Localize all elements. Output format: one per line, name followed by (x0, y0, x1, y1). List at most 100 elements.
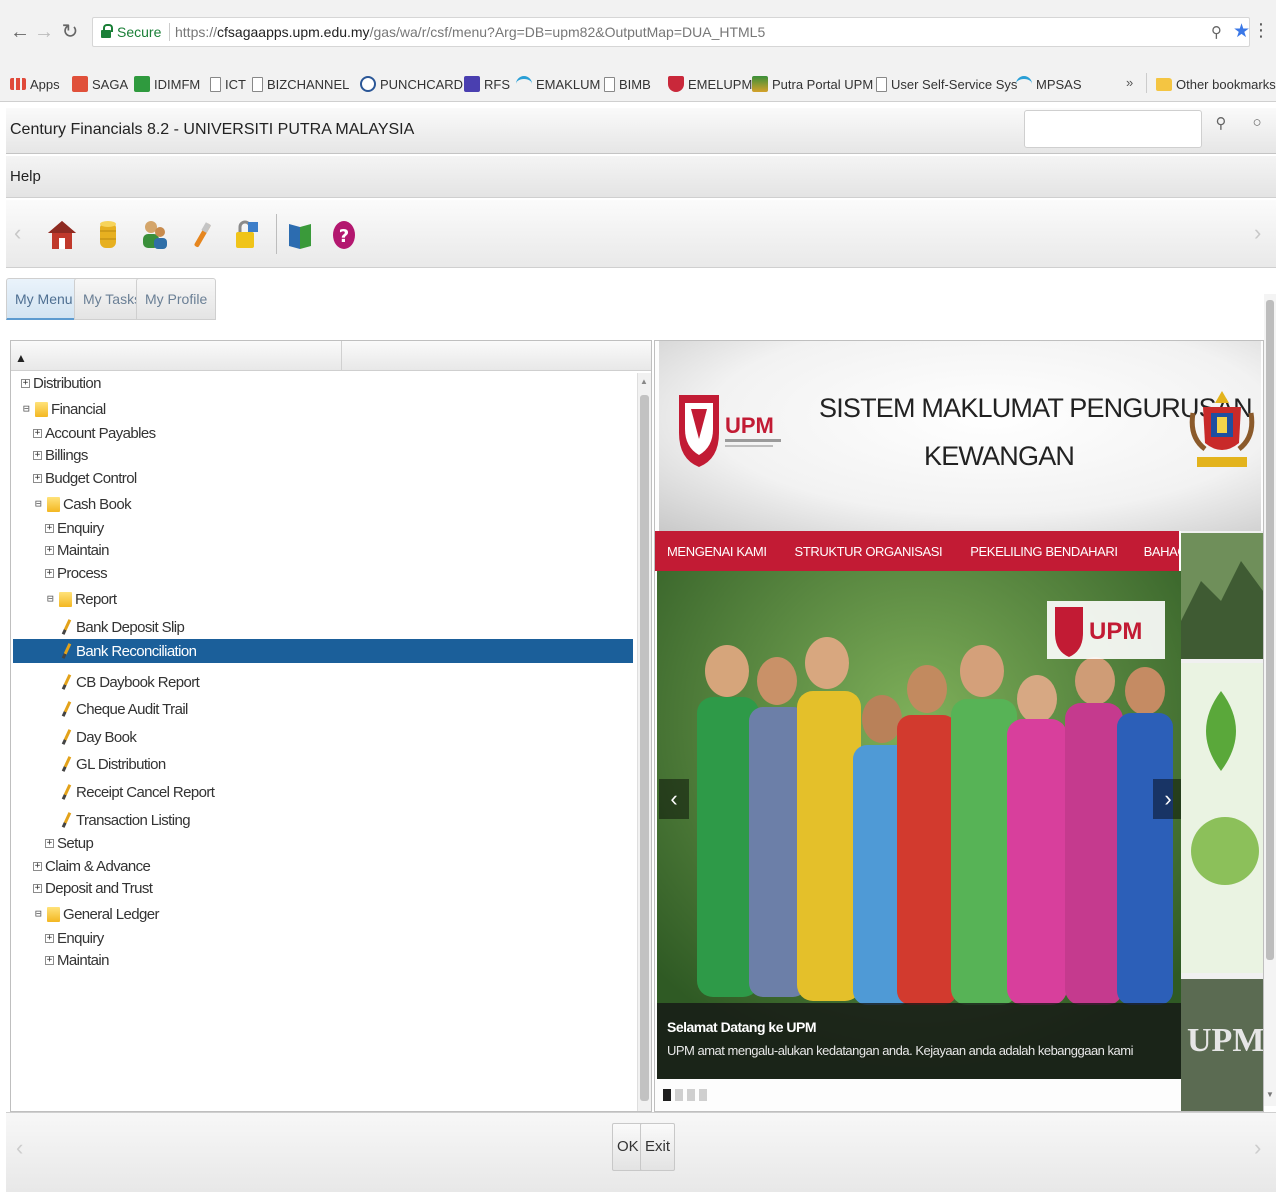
tree-node-deposit-trust[interactable]: + Deposit and Trust (33, 876, 153, 900)
expand-icon[interactable]: + (45, 568, 54, 578)
portal-nav-struktur-organisasi[interactable]: STRUKTUR ORGANISASI (795, 544, 943, 559)
bookmark-emelupm[interactable]: EMELUPM (668, 74, 752, 94)
tree-leaf-transaction-listing[interactable]: Transaction Listing (61, 808, 191, 832)
expand-icon[interactable]: + (33, 861, 42, 871)
bookmark-rfs[interactable]: RFS (464, 74, 510, 94)
side-thumbnail-images[interactable]: UPM (1181, 531, 1264, 1111)
scroll-down-icon[interactable]: ▼ (1266, 1090, 1274, 1099)
toolbar-scroll-right-icon[interactable]: › (1254, 220, 1261, 246)
tab-my-profile[interactable]: My Profile (136, 278, 217, 320)
tree-node-financial[interactable]: ⊟ Financial (23, 397, 106, 421)
tree-leaf-bank-reconciliation[interactable]: Bank Reconciliation (13, 639, 633, 663)
tree-node-gl-maintain[interactable]: + Maintain (45, 948, 110, 972)
bookmark-mpsas[interactable]: MPSAS (1016, 74, 1082, 94)
bookmark-emaklum[interactable]: EMAKLUM (516, 74, 600, 94)
tree-leaf-bank-deposit-slip[interactable]: Bank Deposit Slip (61, 615, 185, 639)
tree-node-process[interactable]: + Process (45, 561, 108, 585)
bookmark-bizchannel[interactable]: BIZCHANNEL (252, 74, 349, 94)
tree-node-claim-advance[interactable]: + Claim & Advance (33, 854, 151, 878)
tree-leaf-cheque-audit-trail[interactable]: Cheque Audit Trail (61, 697, 188, 721)
expand-icon[interactable]: + (33, 883, 42, 893)
tree-node-setup[interactable]: + Setup (45, 831, 94, 855)
expand-icon[interactable]: + (45, 955, 54, 965)
forward-icon[interactable]: → (32, 20, 56, 44)
tree-node-cash-book[interactable]: ⊟ Cash Book (35, 492, 132, 516)
slide-dot[interactable] (675, 1089, 683, 1101)
search-icon[interactable]: ⚲ (1206, 114, 1236, 144)
bookmark-idimfm[interactable]: IDIMFM (134, 74, 200, 94)
reload-icon[interactable]: ↻ (58, 20, 82, 44)
bookmark-ict[interactable]: ICT (210, 74, 246, 94)
scroll-up-icon[interactable]: ▲ (640, 377, 648, 386)
options-icon[interactable]: ○ (1242, 114, 1272, 144)
tree-leaf-day-book[interactable]: Day Book (61, 725, 137, 749)
tree-node-report[interactable]: ⊟ Report (47, 587, 117, 611)
book-icon[interactable] (284, 218, 316, 252)
expand-icon[interactable]: + (33, 450, 42, 460)
expand-icon[interactable]: + (33, 428, 42, 438)
menu-help[interactable]: Help (10, 168, 41, 185)
bookmarks-overflow-icon[interactable]: » (1126, 75, 1133, 90)
expand-icon[interactable]: + (45, 523, 54, 533)
tree-node-billings[interactable]: + Billings (33, 443, 88, 467)
expand-icon[interactable]: + (33, 473, 42, 483)
bookmark-putra-portal[interactable]: Putra Portal UPM (752, 74, 873, 94)
page-scrollbar-thumb[interactable] (1266, 300, 1274, 960)
welcome-slideshow[interactable]: UPM ‹ › Selamat Datang ke UPM UPM amat m… (657, 571, 1181, 1079)
tree-node-gl-enquiry[interactable]: + Enquiry (45, 926, 104, 950)
slide-next-icon[interactable]: › (1153, 779, 1181, 819)
tree-node-budget-control[interactable]: + Budget Control (33, 466, 137, 490)
sort-ascending-icon[interactable]: ▲ (15, 351, 27, 365)
browser-menu-icon[interactable]: ⋮ (1252, 20, 1270, 41)
back-icon[interactable]: ← (8, 20, 32, 44)
expand-icon[interactable]: + (45, 933, 54, 943)
slide-dot[interactable] (663, 1089, 671, 1101)
users-icon[interactable] (138, 218, 170, 252)
expand-icon[interactable]: + (45, 838, 54, 848)
collapse-icon[interactable]: ⊟ (47, 593, 56, 604)
tree-node-general-ledger[interactable]: ⊟ General Ledger (35, 902, 159, 926)
tree-node-distribution[interactable]: + Distribution (21, 371, 101, 395)
tab-my-menu[interactable]: My Menu (6, 278, 82, 320)
bookmark-apps[interactable]: Apps (10, 74, 60, 94)
tree-leaf-gl-distribution[interactable]: GL Distribution (61, 752, 166, 776)
slide-dot[interactable] (687, 1089, 695, 1101)
bookmark-punchcard[interactable]: PUNCHCARD (360, 74, 463, 94)
expand-icon[interactable]: + (45, 545, 54, 555)
home-icon[interactable] (46, 218, 78, 252)
tree-node-maintain[interactable]: + Maintain (45, 538, 110, 562)
other-bookmarks[interactable]: Other bookmarks (1156, 74, 1276, 94)
exit-button[interactable]: Exit (640, 1123, 676, 1171)
tree-node-account-payables[interactable]: + Account Payables (33, 421, 156, 445)
footer-scroll-left-icon[interactable]: ‹ (16, 1135, 23, 1161)
tree-scrollbar[interactable]: ▲ (637, 373, 651, 1111)
slide-prev-icon[interactable]: ‹ (659, 779, 689, 819)
page-scrollbar[interactable]: ▼ (1264, 294, 1276, 1106)
ok-button[interactable]: OK (612, 1123, 644, 1171)
toolbar-scroll-left-icon[interactable]: ‹ (14, 220, 21, 246)
database-icon[interactable] (92, 218, 124, 252)
address-bar[interactable]: Secure https://cfsagaapps.upm.edu.my/gas… (92, 17, 1250, 47)
app-search-box[interactable] (1024, 110, 1202, 148)
column-divider[interactable] (341, 341, 342, 371)
tree-node-enquiry[interactable]: + Enquiry (45, 516, 104, 540)
bookmark-bimb[interactable]: BIMB (604, 74, 651, 94)
portal-nav-pekeliling-bendahari[interactable]: PEKELILING BENDAHARI (970, 544, 1118, 559)
security-lock-icon[interactable] (230, 218, 262, 252)
zoom-icon[interactable]: ⚲ (1211, 23, 1222, 41)
portal-nav-mengenai-kami[interactable]: MENGENAI KAMI (667, 544, 767, 559)
slide-dot[interactable] (699, 1089, 707, 1101)
collapse-icon[interactable]: ⊟ (35, 498, 44, 509)
tree-leaf-receipt-cancel-report[interactable]: Receipt Cancel Report (61, 780, 215, 804)
bookmark-user-self-service[interactable]: User Self-Service Sys (876, 74, 1017, 94)
bookmark-star-icon[interactable]: ★ (1233, 20, 1250, 43)
collapse-icon[interactable]: ⊟ (35, 908, 44, 919)
help-icon[interactable]: ? (328, 218, 360, 252)
tree-scrollbar-thumb[interactable] (640, 395, 649, 1101)
collapse-icon[interactable]: ⊟ (23, 403, 32, 414)
footer-scroll-right-icon[interactable]: › (1254, 1135, 1261, 1161)
tools-icon[interactable] (186, 218, 218, 252)
tree-leaf-cb-daybook-report[interactable]: CB Daybook Report (61, 670, 200, 694)
expand-icon[interactable]: + (21, 378, 30, 388)
bookmark-saga[interactable]: SAGA (72, 74, 128, 94)
